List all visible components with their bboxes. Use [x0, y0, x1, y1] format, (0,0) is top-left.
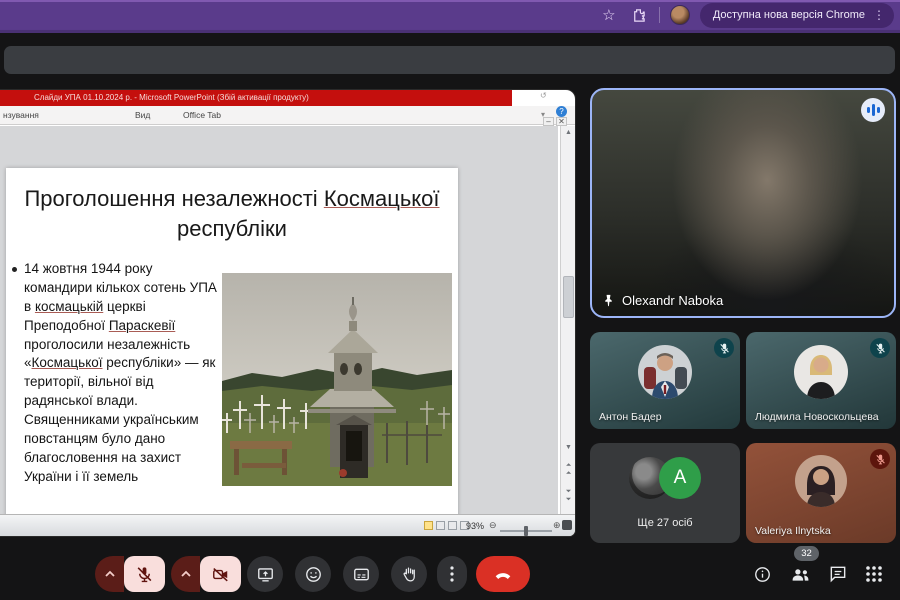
mic-toggle-button[interactable]: [124, 556, 165, 592]
profile-avatar[interactable]: [670, 5, 690, 25]
video-tile-main-speaker[interactable]: Olexandr Naboka: [590, 88, 896, 318]
end-call-button[interactable]: [476, 556, 530, 592]
ppt-scrollbar: ▲ ▼ ⏶⏶ ⏷⏷: [560, 126, 575, 514]
slide-bullet: 14 жовтня 1944 року командири кількох со…: [12, 260, 224, 487]
avatar-liudmyla: [794, 345, 848, 399]
video-tile-valeriya[interactable]: Valeriya Ilnytska: [746, 443, 896, 543]
show-participants-button[interactable]: [788, 562, 812, 586]
ppt-view-sorter-icon: [436, 521, 445, 530]
extensions-icon[interactable]: [629, 5, 649, 25]
ppt-menu-view: Вид: [135, 110, 150, 120]
ppt-close-icon: ✕: [556, 117, 567, 126]
mic-off-icon: [135, 565, 154, 584]
apps-grid-icon: [865, 565, 883, 583]
browser-menu-icon[interactable]: ⋮: [873, 9, 885, 21]
present-screen-button[interactable]: [247, 556, 283, 592]
people-icon: [790, 564, 811, 585]
slide-title: Проголошення незалежності Космацької рес…: [24, 184, 440, 243]
ppt-zoom-level: 93%: [466, 521, 484, 531]
info-icon: [753, 565, 772, 584]
ppt-fit-window-icon: [562, 520, 572, 530]
tile-name-anton: Антон Бадер: [599, 411, 662, 423]
tile-name-overflow: Ще 27 осіб: [590, 517, 740, 529]
ppt-corner-icon: ↺: [540, 91, 547, 100]
overflow-avatar-letter: A: [659, 457, 701, 499]
activities-button[interactable]: [862, 562, 886, 586]
ppt-help-icon: ?: [556, 106, 567, 117]
participant-count-badge: 32: [794, 546, 819, 561]
ppt-minimize-icon: –: [543, 117, 554, 126]
video-tile-anton[interactable]: Антон Бадер: [590, 332, 740, 429]
emoji-icon: [304, 565, 323, 584]
slide-bullet-text: 14 жовтня 1944 року командири кількох со…: [24, 260, 224, 487]
video-tile-overflow[interactable]: A Ще 27 осіб: [590, 443, 740, 543]
ppt-zoom-in-icon: ⊕: [553, 520, 561, 531]
captions-button[interactable]: [343, 556, 379, 592]
video-tile-liudmyla[interactable]: Людмила Новоскольцева: [746, 332, 896, 429]
camera-options-chevron[interactable]: [171, 556, 200, 592]
raise-hand-icon: [400, 565, 419, 584]
ppt-zoom-out-icon: ⊖: [489, 520, 497, 531]
slide-title-seg-underlined: Космацької: [324, 186, 440, 211]
end-call-icon: [492, 563, 514, 585]
ppt-view-reading-icon: [448, 521, 457, 530]
ppt-scrollbar-thumb: [563, 276, 574, 318]
ppt-editing-area: Проголошення незалежності Космацької рес…: [0, 126, 558, 514]
address-bar[interactable]: [4, 46, 895, 74]
slide-title-seg: республіки: [177, 216, 287, 241]
main-speaker-name: Olexandr Naboka: [622, 293, 723, 308]
shared-screen-powerpoint: Слайди УПА 01.10.2024 р. - Microsoft Pow…: [0, 90, 575, 536]
ppt-status-bar: 93% ⊖ ⊕: [0, 514, 575, 536]
mic-muted-icon: [870, 449, 890, 469]
reactions-button[interactable]: [295, 556, 331, 592]
ppt-menu-officetab: Office Tab: [183, 110, 221, 120]
chat-icon: [828, 564, 848, 584]
ppt-menu-bar: нзування Вид Office Tab ▾: [0, 106, 575, 125]
toolbar-divider: [659, 7, 660, 23]
ppt-view-normal-icon: [424, 521, 433, 530]
meet-call-window: ☆ Доступна нова версія Chrome ⋮ Слайди У…: [0, 0, 900, 600]
slide-photo-church: [222, 273, 452, 486]
pin-icon: [602, 294, 615, 307]
ppt-window-title: Слайди УПА 01.10.2024 р. - Microsoft Pow…: [34, 93, 309, 102]
mic-options-chevron[interactable]: [95, 556, 124, 592]
browser-toolbar: ☆ Доступна нова версія Chrome ⋮: [0, 0, 900, 33]
bookmark-star-icon[interactable]: ☆: [599, 5, 619, 25]
ppt-menu-review: нзування: [3, 110, 39, 120]
avatar-valeriya: [795, 455, 847, 507]
more-options-button[interactable]: [437, 556, 467, 592]
more-options-icon: [450, 566, 454, 582]
meeting-details-button[interactable]: [750, 562, 774, 586]
avatar-anton: [638, 345, 692, 399]
audio-level-icon: [861, 98, 885, 122]
mic-muted-icon: [714, 338, 734, 358]
tile-name-valeriya: Valeriya Ilnytska: [755, 525, 831, 537]
slide-canvas: Проголошення незалежності Космацької рес…: [6, 168, 458, 514]
ppt-titlebar: Слайди УПА 01.10.2024 р. - Microsoft Pow…: [0, 90, 575, 106]
chrome-update-label: Доступна нова версія Chrome: [713, 9, 865, 21]
bullet-dot: [12, 267, 17, 272]
mic-muted-icon: [870, 338, 890, 358]
tile-name-liudmyla: Людмила Новоскольцева: [755, 411, 879, 423]
raise-hand-button[interactable]: [391, 556, 427, 592]
ppt-zoom-slider-thumb: [524, 526, 528, 536]
captions-icon: [352, 565, 371, 584]
present-screen-icon: [256, 565, 275, 584]
slide-title-seg: Проголошення незалежності: [24, 186, 323, 211]
camera-off-icon: [211, 565, 230, 584]
chrome-update-chip[interactable]: Доступна нова версія Chrome ⋮: [700, 3, 894, 28]
camera-toggle-button[interactable]: [200, 556, 241, 592]
chat-button[interactable]: [826, 562, 850, 586]
